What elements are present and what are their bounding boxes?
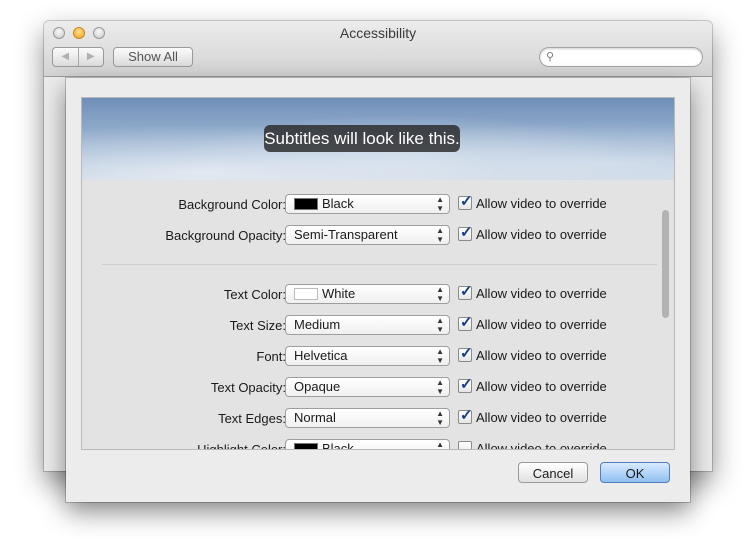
updown-arrows-icon: ▲▼	[436, 409, 444, 427]
checkmark-icon: ✓	[460, 283, 473, 300]
subtitle-preview: Subtitles will look like this.	[82, 98, 674, 180]
ok-button[interactable]: OK	[600, 462, 670, 483]
text-opacity-override-checkbox[interactable]: ✓	[458, 376, 473, 393]
row-highlight-color: Highlight Color: Black ▲▼ Allow video to…	[82, 439, 674, 450]
color-swatch	[294, 198, 318, 210]
row-text-opacity: Text Opacity: Opaque ▲ ▼ ✓ Allow video to…	[82, 376, 674, 401]
popup-value: White	[322, 286, 356, 301]
show-all-button[interactable]: Show All	[113, 47, 193, 67]
text-color-label: Text Color:	[223, 287, 286, 302]
checkmark-icon: ✓	[460, 193, 473, 210]
highlight-color-popup[interactable]: Black ▲▼	[285, 439, 450, 450]
highlight-color-label: Highlight Color:	[197, 442, 286, 450]
text-edges-override-checkbox[interactable]: ✓	[458, 407, 473, 424]
search-field[interactable]: ⚲	[539, 47, 703, 67]
popup-value: Medium	[294, 317, 341, 332]
font-override-checkbox[interactable]: ✓	[458, 345, 473, 362]
search-icon: ⚲	[546, 51, 555, 63]
popup-value: Black	[322, 196, 354, 211]
window-title: Accessibility	[339, 25, 417, 41]
row-font: Font: Helvetica ▲ ▼ ✓ Allow video to over…	[82, 345, 674, 370]
highlight-color-override-checkbox[interactable]	[458, 441, 472, 449]
text-edges-label: Text Edges:	[218, 411, 286, 426]
override-label[interactable]: Allow video to override	[476, 379, 607, 394]
text-opacity-label: Text Opacity:	[210, 380, 286, 395]
popup-value: Opaque	[294, 379, 341, 394]
back-forward-control: ◀ ▶	[52, 47, 104, 67]
updown-arrows-icon: ▲▼	[436, 195, 444, 213]
updown-arrows-icon: ▲▼	[436, 285, 444, 303]
color-swatch	[294, 443, 318, 449]
override-label[interactable]: Allow video to override	[476, 441, 607, 449]
row-background-color: Background Color: Black ▲ ▼ ✓ Allow video…	[82, 193, 674, 218]
title-bar: Accessibility ◀ ▶ Show All ⚲	[44, 21, 712, 77]
subtitle-sample-text: Subtitles will look like this.	[264, 125, 460, 152]
popup-value: Helvetica	[294, 348, 348, 363]
settings-scroll-area[interactable]: Subtitles will look like this. Backgroun…	[81, 97, 675, 450]
background-opacity-popup[interactable]: Semi-Transparent ▲ ▼	[285, 225, 450, 245]
row-text-color: Text Color: White ▲ ▼ ✓ Allow video to ov…	[82, 283, 674, 308]
updown-arrows-icon: ▲▼	[436, 440, 444, 449]
color-swatch	[294, 288, 318, 300]
forward-button[interactable]: ▶	[79, 48, 104, 66]
row-background-opacity: Background Opacity: Semi-Transparent ▲ ▼ …	[82, 224, 674, 249]
checkmark-icon: ✓	[460, 224, 473, 241]
override-label[interactable]: Allow video to override	[476, 196, 607, 211]
text-color-override-checkbox[interactable]: ✓	[458, 283, 473, 300]
text-size-popup[interactable]: Medium ▲ ▼	[285, 315, 450, 335]
popup-value: Semi-Transparent	[294, 227, 398, 242]
row-text-edges: Text Edges: Normal ▲ ▼ ✓ Allow video to o…	[82, 407, 674, 432]
popup-value: Normal	[294, 410, 336, 425]
updown-arrows-icon: ▲▼	[436, 316, 444, 334]
override-label[interactable]: Allow video to override	[476, 227, 607, 242]
updown-arrows-icon: ▲▼	[436, 226, 444, 244]
vertical-scrollbar[interactable]	[662, 210, 669, 318]
override-label[interactable]: Allow video to override	[476, 286, 607, 301]
background-color-override-checkbox[interactable]: ✓	[458, 193, 473, 210]
background-color-popup[interactable]: Black ▲ ▼	[285, 194, 450, 214]
override-label[interactable]: Allow video to override	[476, 317, 607, 332]
search-input[interactable]	[560, 49, 700, 67]
font-label: Font:	[256, 349, 286, 364]
subtitles-sheet: Subtitles will look like this. Backgroun…	[66, 78, 690, 502]
checkmark-icon: ✓	[460, 407, 473, 424]
section-divider	[102, 264, 657, 265]
popup-value: Black	[322, 441, 354, 450]
background-opacity-label: Background Opacity:	[165, 228, 286, 243]
override-label[interactable]: Allow video to override	[476, 348, 607, 363]
checkmark-icon: ✓	[460, 345, 473, 362]
background-opacity-override-checkbox[interactable]: ✓	[458, 224, 473, 241]
row-text-size: Text Size: Medium ▲ ▼ ✓ Allow video to ov…	[82, 314, 674, 339]
updown-arrows-icon: ▲▼	[436, 347, 444, 365]
updown-arrows-icon: ▲▼	[436, 378, 444, 396]
text-color-popup[interactable]: White ▲ ▼	[285, 284, 450, 304]
text-edges-popup[interactable]: Normal ▲ ▼	[285, 408, 450, 428]
back-button[interactable]: ◀	[53, 48, 79, 66]
background-color-label: Background Color:	[178, 197, 286, 212]
override-label[interactable]: Allow video to override	[476, 410, 607, 425]
text-size-override-checkbox[interactable]: ✓	[458, 314, 473, 331]
checkmark-icon: ✓	[460, 376, 473, 393]
font-popup[interactable]: Helvetica ▲ ▼	[285, 346, 450, 366]
cancel-button[interactable]: Cancel	[518, 462, 588, 483]
checkmark-icon: ✓	[460, 314, 473, 331]
text-opacity-popup[interactable]: Opaque ▲ ▼	[285, 377, 450, 397]
text-size-label: Text Size:	[229, 318, 286, 333]
